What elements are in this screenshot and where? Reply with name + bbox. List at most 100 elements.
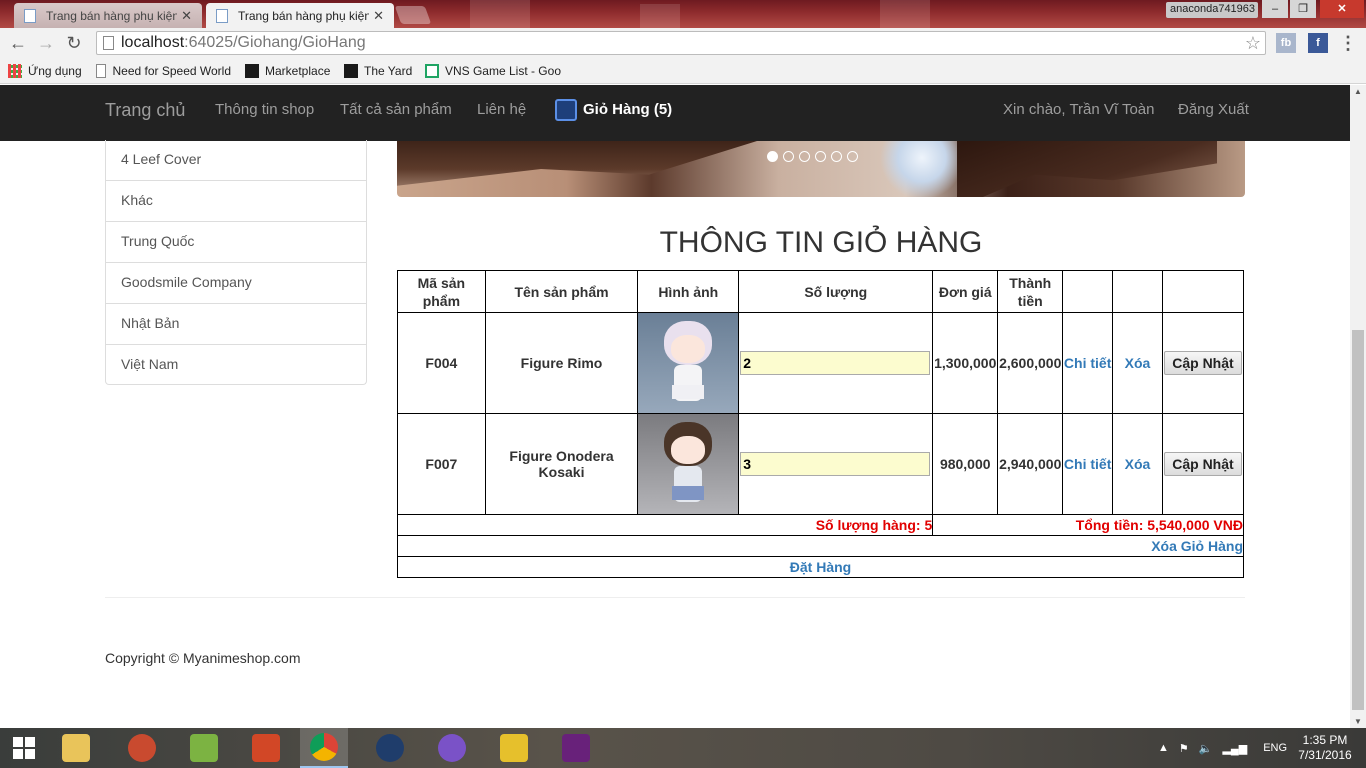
- clear-cart-row: Xóa Giỏ Hàng: [397, 535, 1244, 557]
- taskbar-app[interactable]: [428, 728, 476, 768]
- detail-link[interactable]: Chi tiết: [1062, 312, 1114, 414]
- place-order-link[interactable]: Đặt Hàng: [397, 556, 1244, 578]
- product-name: Figure Rimo: [484, 312, 639, 414]
- footer-divider: [105, 597, 1245, 598]
- quantity-input[interactable]: [740, 351, 931, 375]
- browser-tab-1[interactable]: Trang bán hàng phụ kiện ✕: [14, 3, 202, 28]
- sidebar-item-goodsmile[interactable]: Goodsmile Company: [106, 263, 366, 304]
- visual-studio-icon: [562, 734, 590, 762]
- carousel-dot[interactable]: [783, 151, 794, 162]
- address-bar[interactable]: localhost:64025/Giohang/GioHang ☆: [96, 31, 1266, 55]
- taskbar-clock[interactable]: 1:35 PM 7/31/2016: [1290, 733, 1360, 763]
- bookmark-star-icon[interactable]: ☆: [1245, 32, 1261, 54]
- taskbar-audio-app[interactable]: [118, 728, 166, 768]
- carousel-dot[interactable]: [815, 151, 826, 162]
- start-button[interactable]: [0, 728, 48, 768]
- new-tab-button[interactable]: [394, 6, 432, 24]
- tree-app-icon: [376, 734, 404, 762]
- bookmark-label: VNS Game List - Goo: [444, 64, 561, 78]
- detail-link[interactable]: Chi tiết: [1062, 413, 1114, 515]
- update-cell: Cập Nhật: [1161, 312, 1245, 414]
- taskbar-visual-studio[interactable]: [552, 728, 600, 768]
- header-empty: [1112, 270, 1163, 313]
- bookmark-the-yard[interactable]: The Yard: [344, 62, 412, 80]
- profile-name[interactable]: anaconda741963: [1166, 2, 1258, 18]
- tab-close-icon[interactable]: ✕: [181, 8, 192, 24]
- product-image: [638, 313, 739, 413]
- quantity-cell: [738, 312, 934, 414]
- bookmark-apps[interactable]: Ứng dụng: [8, 62, 82, 80]
- taskbar-chrome[interactable]: [300, 728, 348, 768]
- bookmark-label: Need for Speed World: [112, 64, 231, 78]
- nav-cart[interactable]: Giỏ Hàng (5): [555, 85, 672, 135]
- sidebar-item-4-leef-cover[interactable]: 4 Leef Cover: [106, 140, 366, 181]
- flag-icon[interactable]: ⚑: [1179, 742, 1189, 755]
- update-button[interactable]: Cập Nhật: [1163, 452, 1242, 476]
- nav-logout[interactable]: Đăng Xuất: [1178, 85, 1249, 141]
- tray-expand-icon[interactable]: ▲: [1158, 742, 1169, 754]
- sidebar-item-trung-quoc[interactable]: Trung Quốc: [106, 222, 366, 263]
- language-indicator[interactable]: ENG: [1263, 742, 1287, 754]
- background-decoration: [880, 0, 930, 28]
- page-scrollbar[interactable]: ▲ ▼: [1350, 85, 1366, 728]
- nav-home-brand[interactable]: Trang chủ: [105, 85, 185, 141]
- minimize-icon[interactable]: ‒: [1262, 0, 1288, 18]
- bookmark-marketplace[interactable]: Marketplace: [245, 62, 330, 80]
- sidebar-item-viet-nam[interactable]: Việt Nam: [106, 345, 366, 386]
- bookmark-vns-game-list[interactable]: VNS Game List - Goo: [425, 62, 561, 80]
- apps-grid-icon: [8, 64, 22, 78]
- page-title: THÔNG TIN GIỎ HÀNG: [659, 226, 983, 259]
- clear-cart-link[interactable]: Xóa Giỏ Hàng: [397, 535, 1244, 557]
- scrollbar-thumb[interactable]: [1352, 330, 1364, 710]
- window-close-icon[interactable]: ✕: [1320, 0, 1364, 18]
- background-decoration: [470, 0, 530, 28]
- url-host: localhost: [121, 34, 185, 51]
- scroll-down-icon[interactable]: ▼: [1350, 717, 1366, 726]
- taskbar-app[interactable]: [366, 728, 414, 768]
- update-button[interactable]: Cập Nhật: [1163, 351, 1242, 375]
- chrome-menu-icon[interactable]: ⋮: [1338, 33, 1358, 53]
- nav-greeting[interactable]: Xin chào, Trần Vĩ Toàn: [1003, 85, 1155, 141]
- taskbar-powerpoint[interactable]: [242, 728, 290, 768]
- back-icon[interactable]: ←: [6, 31, 30, 55]
- carousel-indicators: [767, 151, 858, 162]
- folder-icon: [62, 734, 90, 762]
- carousel-dot[interactable]: [799, 151, 810, 162]
- bookmark-need-for-speed[interactable]: Need for Speed World: [96, 62, 231, 80]
- nav-shop-info[interactable]: Thông tin shop: [215, 85, 314, 141]
- network-icon[interactable]: ▂▄▆: [1222, 742, 1247, 755]
- reload-icon[interactable]: ↻: [62, 31, 86, 55]
- line-total: 2,940,000: [997, 413, 1064, 515]
- tab-close-icon[interactable]: ✕: [373, 8, 384, 24]
- sidebar-item-khac[interactable]: Khác: [106, 181, 366, 222]
- browser-tab-strip: Trang bán hàng phụ kiện ✕ Trang bán hàng…: [0, 0, 1366, 28]
- volume-icon[interactable]: 🔈: [1199, 742, 1213, 755]
- scroll-up-icon[interactable]: ▲: [1350, 87, 1366, 96]
- sidebar-item-nhat-ban[interactable]: Nhật Bản: [106, 304, 366, 345]
- header-empty: [1161, 270, 1245, 313]
- carousel-dot[interactable]: [831, 151, 842, 162]
- browser-tab-2[interactable]: Trang bán hàng phụ kiện ✕: [206, 3, 394, 28]
- facebook-icon[interactable]: f: [1308, 33, 1328, 53]
- header-empty: [1062, 270, 1114, 313]
- nav-all-products[interactable]: Tất cả sản phẩm: [340, 85, 452, 141]
- quantity-input[interactable]: [740, 452, 931, 476]
- carousel-dot[interactable]: [767, 151, 778, 162]
- taskbar-file-explorer[interactable]: [52, 728, 100, 768]
- delete-link[interactable]: Xóa: [1112, 413, 1163, 515]
- taskbar-android-studio[interactable]: [180, 728, 228, 768]
- banner-carousel[interactable]: [397, 141, 1245, 197]
- forward-icon[interactable]: →: [34, 31, 58, 55]
- carousel-dot[interactable]: [847, 151, 858, 162]
- restore-icon[interactable]: ❐: [1290, 0, 1316, 18]
- windows-taskbar: ▲ ⚑ 🔈 ▂▄▆ ENG 1:35 PM 7/31/2016: [0, 728, 1366, 768]
- header-code: Mã sản phẩm: [397, 270, 486, 313]
- delete-link[interactable]: Xóa: [1112, 312, 1163, 414]
- unit-price: 980,000: [932, 413, 999, 515]
- windows-logo-icon: [13, 737, 35, 759]
- product-code: F007: [397, 413, 486, 515]
- taskbar-app[interactable]: [490, 728, 538, 768]
- nav-contact[interactable]: Liên hệ: [477, 85, 526, 141]
- extension-fb-icon[interactable]: fb: [1276, 33, 1296, 53]
- page-favicon-icon: [216, 9, 228, 23]
